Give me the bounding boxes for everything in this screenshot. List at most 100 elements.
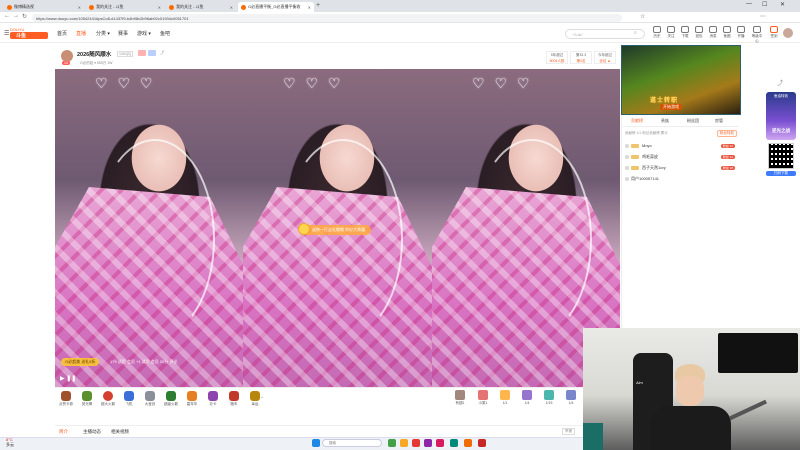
tab-dynamics[interactable]: 主播动态 <box>83 429 101 435</box>
search-input[interactable]: +3 Ar/ <box>565 29 645 39</box>
address-bar[interactable]: https://www.douyu.com/10542441#psCo8-d14… <box>32 14 622 22</box>
tab-contribution[interactable]: 贡献榜 <box>631 118 643 124</box>
extensions-icon[interactable]: ⋯ <box>760 13 766 20</box>
nav-fishbar[interactable]: 鱼吧 <box>160 30 170 37</box>
play-pause-icon[interactable]: ▶ ❚❚ <box>60 375 76 382</box>
level-center-icon[interactable]: 等级中心 <box>751 26 763 44</box>
heart-icon: ♡ ♡ ♡ <box>283 75 344 91</box>
nav-games[interactable]: 游戏 ▾ <box>137 30 151 37</box>
folder-icon[interactable] <box>400 439 408 447</box>
chair-logo: Aim <box>636 380 643 385</box>
app-icon[interactable] <box>436 439 444 447</box>
close-icon[interactable]: ✕ <box>308 5 311 10</box>
minimize-icon[interactable]: — <box>746 1 752 7</box>
browser-tab-active[interactable]: G必直播平衡_G必直播平衡收 ✕ <box>238 2 314 12</box>
gift-item[interactable]: 超级火箭 <box>162 391 180 407</box>
report-button[interactable]: 举报 <box>562 428 575 435</box>
follow-icon[interactable]: 关注 <box>665 26 677 39</box>
new-tab-button[interactable]: + <box>316 2 320 9</box>
taskbar-search[interactable]: 搜索 <box>322 439 382 447</box>
site-favicon-icon <box>241 4 246 10</box>
promo-label[interactable]: G必超美 送礼5折 <box>61 358 100 366</box>
forward-icon[interactable]: → <box>13 13 19 19</box>
rank-user-row[interactable]: 西子天然1ory 粉丝 18 <box>625 163 735 172</box>
gift-item[interactable]: 嘉年华 <box>183 391 201 407</box>
gift-item[interactable]: 点赞卡券 <box>57 391 75 407</box>
app-icon[interactable] <box>424 439 432 447</box>
close-window-icon[interactable]: ✕ <box>780 1 785 8</box>
stat-box[interactable]: 5年超过 8004人数 <box>546 51 568 64</box>
room-subinfo[interactable]: G必的娃 ▾ 555万 1W <box>80 61 113 66</box>
close-icon[interactable]: ✕ <box>78 5 81 10</box>
bookmark-icon[interactable]: ☆ <box>640 13 645 20</box>
gift-item[interactable]: 办卡 <box>204 391 222 407</box>
nav-live[interactable]: 直播 <box>76 30 86 37</box>
gift-icon <box>187 391 197 401</box>
app-icon[interactable] <box>388 439 396 447</box>
gift-item[interactable]: 大宝剑 <box>141 391 159 407</box>
broadcast-icon[interactable]: 开播 <box>735 26 747 39</box>
gift-item[interactable]: 飞机 <box>120 391 138 407</box>
maximize-icon[interactable]: ☐ <box>762 1 767 8</box>
browser-tab[interactable]: 我的关注 - 斗鱼 ✕ <box>86 2 164 12</box>
message-icon[interactable]: 消息 <box>707 26 719 39</box>
ad-start-button[interactable]: 开始游戏 <box>660 104 682 110</box>
rank-user-row[interactable]: 鸡毛蒜皮 粉丝 12 <box>625 152 735 161</box>
tab-fans[interactable]: 粉丝团 <box>687 118 699 124</box>
close-icon[interactable]: ✕ <box>158 5 161 10</box>
user-avatar[interactable] <box>783 28 793 38</box>
browser-tab[interactable]: 微博精选视 ✕ <box>4 2 84 12</box>
nav-category[interactable]: 分类 ▾ <box>96 30 110 37</box>
share-icon[interactable]: ⤴ <box>777 78 783 87</box>
backpack-gift[interactable]: 1/1 <box>497 390 513 405</box>
gift-item[interactable]: 荧光棒 <box>78 391 96 407</box>
gift-broadcast: 送你一打这礼物哦 你好大帅逼 <box>298 223 372 235</box>
tab-intro[interactable]: 简介 <box>59 429 68 435</box>
browser-tab[interactable]: 我的关注 - 斗鱼 ✕ <box>166 2 236 12</box>
backpack-gift[interactable]: 小乘1 <box>475 390 491 406</box>
tab-noble[interactable]: 贵族 <box>661 118 669 124</box>
close-icon[interactable]: ✕ <box>230 5 233 10</box>
weather-widget[interactable]: 8°C 多云 <box>6 437 14 447</box>
stat-box[interactable]: 第33.3 第4名 <box>570 51 592 64</box>
backpack-gift[interactable]: 有翅1 <box>452 390 468 406</box>
gift-icon <box>166 391 176 401</box>
tab-videos[interactable]: 相关视频 <box>111 429 129 435</box>
back-icon[interactable]: ← <box>4 13 10 19</box>
content-tabs <box>55 425 620 437</box>
app-icon[interactable] <box>412 439 420 447</box>
download-icon[interactable]: 下载 <box>679 26 691 39</box>
rank-user-row[interactable]: Moyo 粉丝 22 <box>625 141 735 150</box>
rank-user-row[interactable]: 用户100057141 <box>625 174 735 183</box>
backpack-gift[interactable]: 1/15 <box>541 390 557 405</box>
circle-icon[interactable]: 鱼圈 <box>721 26 733 39</box>
ad-title: 道士转职 <box>650 98 679 104</box>
gift-item[interactable]: 跑车 <box>225 391 243 407</box>
divider <box>623 126 739 127</box>
reload-icon[interactable]: ↻ <box>22 13 27 20</box>
fan-privilege-button[interactable]: 粉丝特权 <box>717 130 737 137</box>
chevron-down-icon[interactable]: ⌄ <box>260 394 264 400</box>
app-icon[interactable] <box>464 439 472 447</box>
app-icon[interactable] <box>450 439 458 447</box>
app-icon[interactable] <box>478 439 486 447</box>
share-icon[interactable]: ⤴ <box>160 50 164 56</box>
gift-item[interactable]: 超大火箭 <box>99 391 117 407</box>
nav-events[interactable]: 赛事 <box>118 30 128 37</box>
qr-label[interactable]: 扫码下载 <box>766 171 796 176</box>
stat-box[interactable]: 今年超过 全站 ▲ <box>594 51 616 64</box>
tag-icon <box>138 50 146 56</box>
start-icon[interactable] <box>312 439 320 447</box>
backpack-gift[interactable]: 1/4 <box>563 390 579 405</box>
backpack-gift[interactable]: 1/4 <box>519 390 535 405</box>
site-favicon-icon <box>169 4 174 10</box>
checkin-icon[interactable]: 签到 <box>768 26 780 39</box>
wallet-icon[interactable]: 钱包 <box>693 26 705 39</box>
search-icon[interactable]: ⌕ <box>634 30 637 36</box>
history-icon[interactable]: 历史 <box>651 26 663 39</box>
gift-icon <box>103 391 113 401</box>
menu-icon[interactable]: ☰ <box>4 30 9 37</box>
tab-admins[interactable]: 房管 <box>715 118 723 124</box>
site-favicon-icon <box>7 4 12 10</box>
nav-home[interactable]: 首页 <box>57 30 67 37</box>
